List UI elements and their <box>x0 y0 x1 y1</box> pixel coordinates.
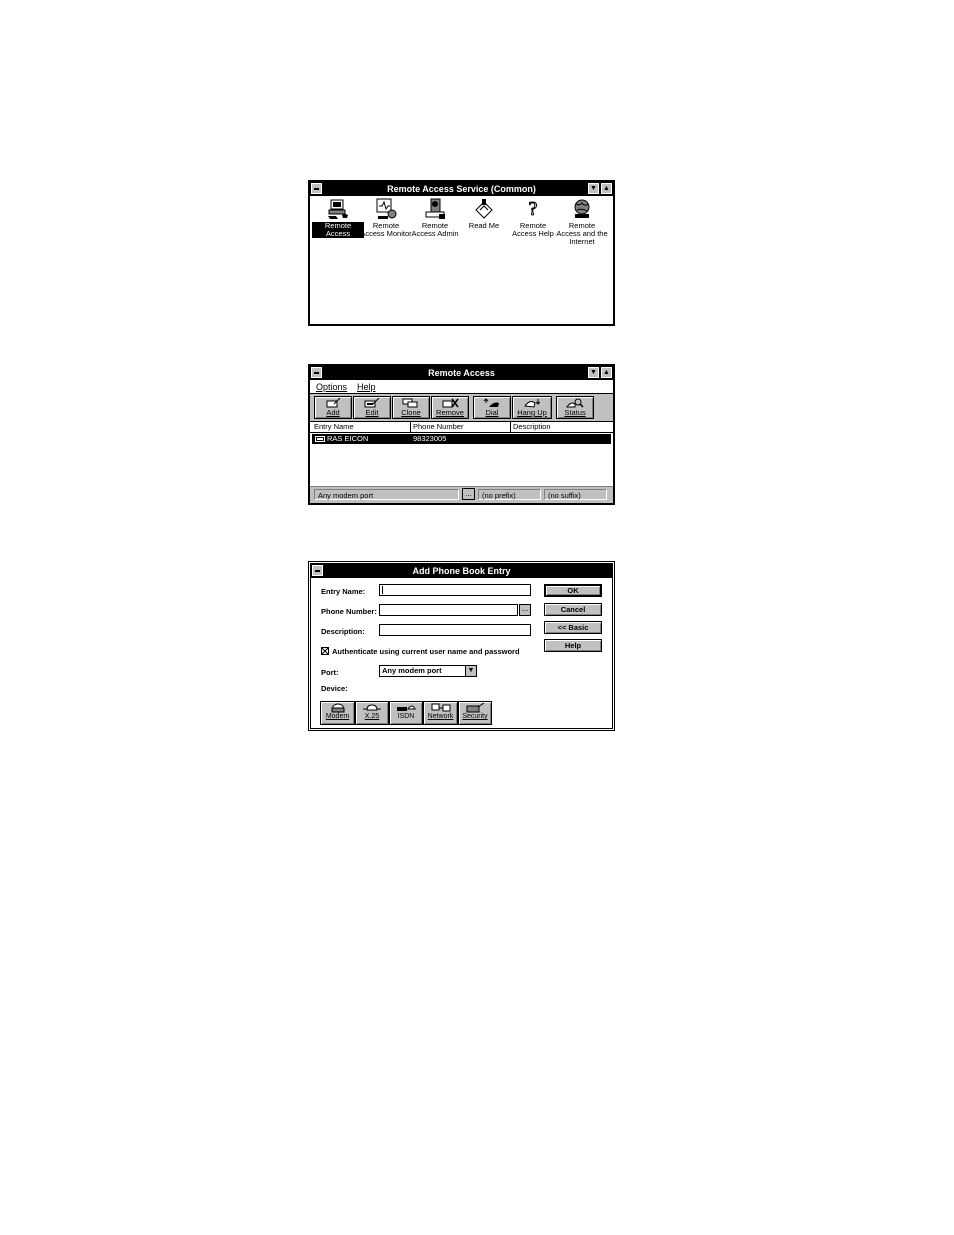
program-icon-remote-access[interactable]: Remote Access <box>312 198 364 238</box>
status-magnifier-icon <box>566 398 584 408</box>
status-browse-button[interactable]: ... <box>462 488 475 500</box>
status-prefix: (no prefix) <box>478 489 541 500</box>
isdn-icon <box>397 705 416 711</box>
clone-button[interactable]: Clone <box>392 396 430 419</box>
help-button[interactable]: Help <box>544 639 602 652</box>
program-icon-label: Remote Access Help <box>512 221 554 238</box>
table-row[interactable]: RAS EICON 98323005 <box>312 434 611 444</box>
column-header-phone-number[interactable]: Phone Number <box>411 422 511 432</box>
program-icon-label: Read Me <box>468 221 500 230</box>
checkbox-check-icon <box>322 648 328 654</box>
program-icon-monitor[interactable]: Remote Access Monitor <box>360 198 412 238</box>
status-bar: Any modem port ... (no prefix) (no suffi… <box>310 486 613 503</box>
edit-entry-icon <box>364 398 380 408</box>
admin-icon <box>425 198 445 219</box>
window-title: Remote Access <box>428 368 495 378</box>
dial-button[interactable]: Dial <box>473 396 511 419</box>
readme-icon <box>475 199 493 219</box>
modem-icon <box>331 703 344 713</box>
title-bar[interactable]: Add Phone Book Entry <box>311 564 612 578</box>
edit-button[interactable]: Edit <box>353 396 391 419</box>
title-bar[interactable]: Remote Access Service (Common) ▼ ▲ <box>310 182 613 196</box>
status-suffix: (no suffix) <box>544 489 607 500</box>
minimize-button[interactable]: ▼ <box>588 367 599 378</box>
chevron-down-icon[interactable]: ▼ <box>465 666 476 676</box>
clone-entry-icon <box>402 398 418 408</box>
column-header-description[interactable]: Description <box>511 422 611 432</box>
auth-checkbox-label[interactable]: Authenticate using current user name and… <box>332 647 520 656</box>
description-label: Description: <box>321 627 365 636</box>
security-icon <box>466 703 485 713</box>
device-label: Device: <box>321 684 348 693</box>
svg-text:?: ? <box>529 198 538 220</box>
port-select-value: Any modem port <box>382 666 442 675</box>
status-port: Any modem port <box>314 489 459 500</box>
network-icon <box>431 703 450 712</box>
entry-name-cell: RAS EICON <box>327 434 369 443</box>
program-icon-label: Remote Access and the Internet <box>556 221 608 246</box>
port-select[interactable]: Any modem port ▼ <box>379 665 477 677</box>
entry-name-label: Entry Name: <box>321 587 366 596</box>
x25-network-icon <box>363 704 381 711</box>
help-question-icon: ? <box>528 198 538 220</box>
program-icon-help[interactable]: ? Remote Access Help <box>507 198 559 238</box>
status-button[interactable]: Status <box>556 396 594 419</box>
phone-number-field[interactable] <box>379 604 518 616</box>
maximize-button[interactable]: ▲ <box>601 367 612 378</box>
description-field[interactable] <box>379 624 531 636</box>
cancel-button[interactable]: Cancel <box>544 603 602 616</box>
add-button[interactable]: Add <box>314 396 352 419</box>
remove-button[interactable]: Remove <box>431 396 469 419</box>
entry-name-field[interactable] <box>379 584 531 596</box>
dial-icon <box>483 398 499 407</box>
system-menu-button[interactable] <box>311 183 322 194</box>
program-icon-readme[interactable]: Read Me <box>458 198 510 230</box>
window-title: Remote Access Service (Common) <box>387 184 536 194</box>
program-icon-label: Remote Access Admin <box>411 221 459 238</box>
tab-network[interactable]: Network <box>423 701 458 725</box>
menu-options[interactable]: Options <box>316 382 347 392</box>
dialog-title: Add Phone Book Entry <box>412 566 511 576</box>
program-icon-label: Remote Access <box>312 222 364 238</box>
phonebook-list: RAS EICON 98323005 <box>310 433 613 477</box>
hang-up-button[interactable]: Hang Up <box>512 396 552 419</box>
ok-button[interactable]: OK <box>544 584 602 597</box>
monitor-icon <box>376 198 397 219</box>
basic-button[interactable]: << Basic <box>544 621 602 634</box>
computer-phone-icon <box>328 199 348 219</box>
text-cursor <box>382 586 383 594</box>
title-bar[interactable]: Remote Access ▼ ▲ <box>310 366 613 380</box>
program-icon-label: Remote Access Monitor <box>360 221 412 238</box>
program-icon-admin[interactable]: Remote Access Admin <box>409 198 461 238</box>
phone-number-cell: 98323005 <box>413 434 447 443</box>
minimize-button[interactable]: ▼ <box>588 183 599 194</box>
add-phone-book-entry-dialog: Add Phone Book Entry Entry Name: Phone N… <box>308 561 615 731</box>
phone-entry-icon <box>315 436 325 442</box>
tab-isdn[interactable]: ISDN <box>389 701 423 725</box>
program-group-window: Remote Access Service (Common) ▼ ▲ Remot… <box>308 180 615 326</box>
program-icon-internet[interactable]: Remote Access and the Internet <box>556 198 608 246</box>
phone-number-label: Phone Number: <box>321 607 377 616</box>
add-entry-icon <box>326 398 341 408</box>
column-header-entry-name[interactable]: Entry Name <box>312 422 411 432</box>
auth-checkbox[interactable] <box>321 647 329 655</box>
system-menu-button[interactable] <box>312 565 323 576</box>
remote-access-window: Remote Access ▼ ▲ Options Help Add Edit … <box>308 364 615 505</box>
list-column-headers: Entry Name Phone Number Description <box>310 422 613 433</box>
maximize-button[interactable]: ▲ <box>601 183 612 194</box>
tab-security[interactable]: Security <box>458 701 492 725</box>
tab-modem[interactable]: Modem <box>320 701 355 725</box>
globe-icon <box>574 199 590 218</box>
phone-number-browse-button[interactable]: ... <box>519 604 531 616</box>
menu-bar: Options Help <box>310 380 613 394</box>
hang-up-icon <box>524 399 541 408</box>
system-menu-button[interactable] <box>311 367 322 378</box>
port-label: Port: <box>321 668 339 677</box>
tab-x25[interactable]: X.25 <box>355 701 389 725</box>
remove-entry-icon <box>442 398 459 408</box>
toolbar: Add Edit Clone Remove Dial Hang Up Statu… <box>310 394 613 422</box>
menu-help[interactable]: Help <box>357 382 376 392</box>
